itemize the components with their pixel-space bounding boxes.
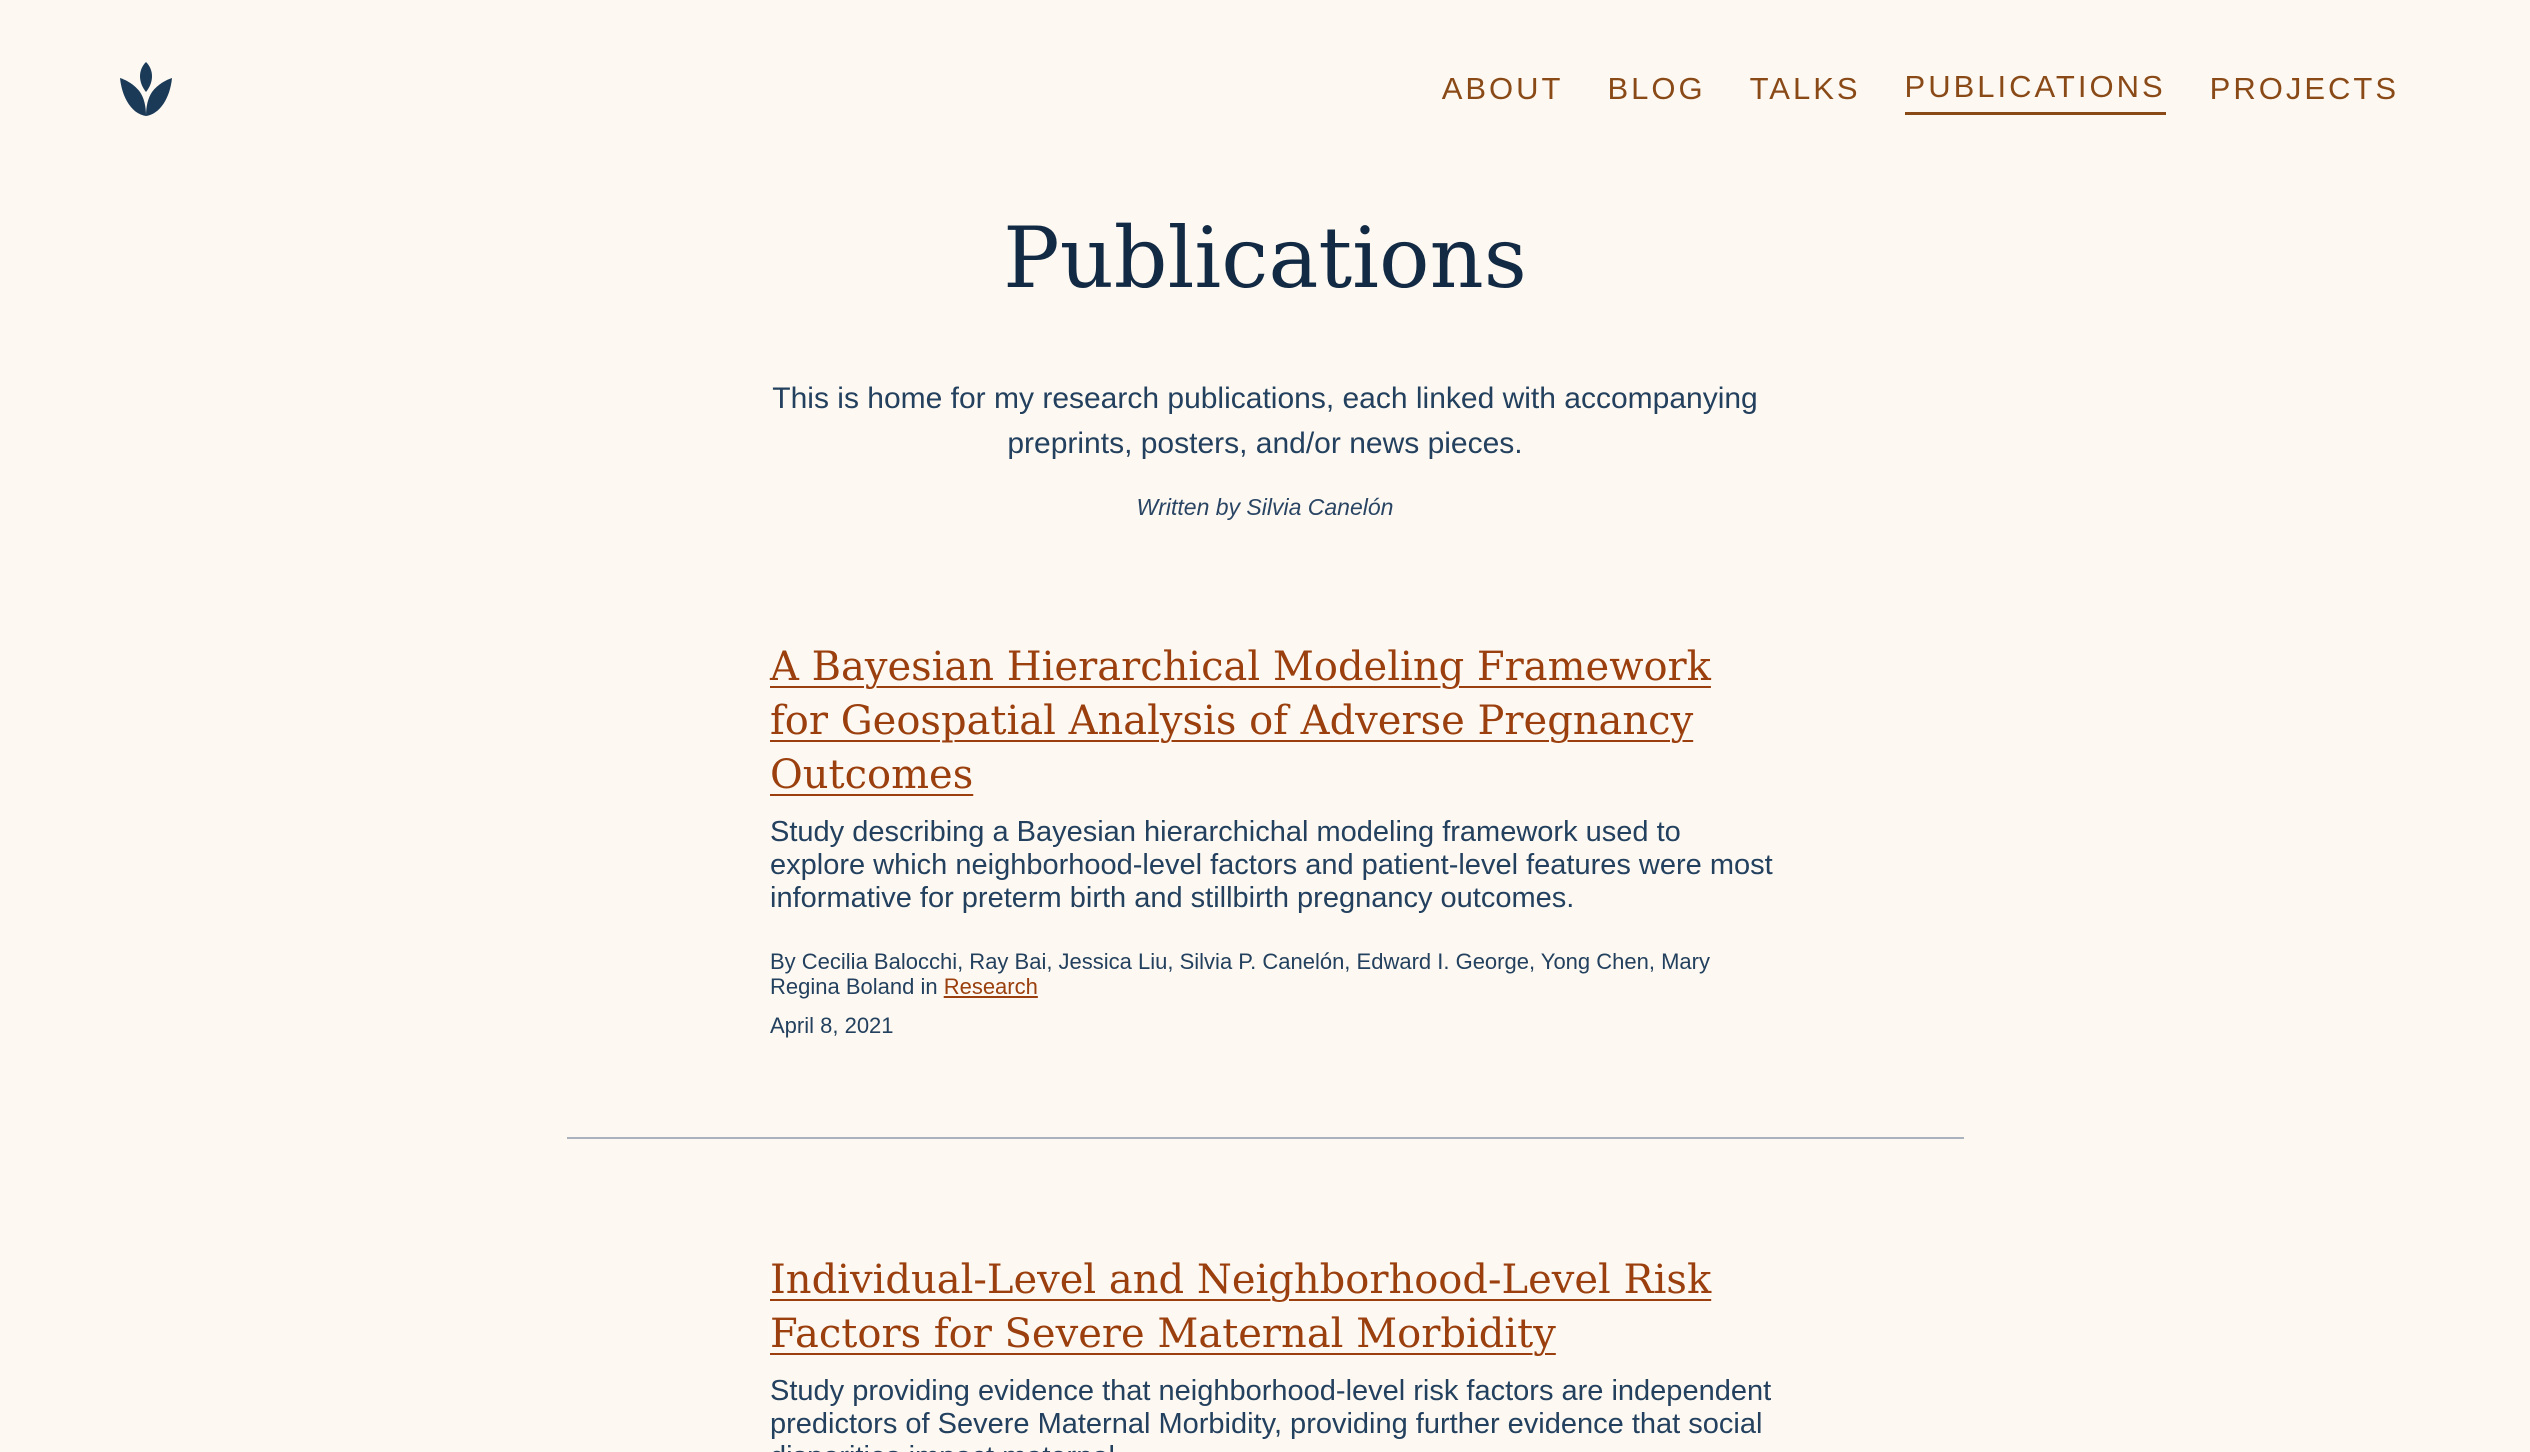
publication-authors: By Cecilia Balocchi, Ray Bai, Jessica Li…	[770, 949, 1775, 999]
main-nav: ABOUT BLOG TALKS PUBLICATIONS PROJECTS	[1442, 64, 2399, 115]
page-title: Publications	[1003, 209, 1527, 307]
nav-blog[interactable]: BLOG	[1607, 66, 1705, 114]
publication-item: A Bayesian Hierarchical Modeling Framewo…	[770, 640, 1775, 1039]
publication-date: April 8, 2021	[770, 1013, 894, 1038]
section-divider	[567, 1137, 1964, 1139]
publication-title-link[interactable]: A Bayesian Hierarchical Modeling Framewo…	[770, 640, 1775, 802]
publication-category-link[interactable]: Research	[944, 974, 1038, 999]
publication-description: Study providing evidence that neighborho…	[770, 1375, 1772, 1452]
publication-title-link[interactable]: Individual-Level and Neighborhood-Level …	[770, 1253, 1775, 1361]
tulip-logo-icon	[120, 62, 172, 116]
nav-publications[interactable]: PUBLICATIONS	[1904, 64, 2166, 115]
publication-authors-text: By Cecilia Balocchi, Ray Bai, Jessica Li…	[770, 949, 1710, 999]
home-logo-link[interactable]	[116, 58, 176, 118]
publication-description: Study describing a Bayesian hierarchicha…	[770, 816, 1773, 914]
page: ABOUT BLOG TALKS PUBLICATIONS PROJECTS P…	[0, 0, 2530, 1452]
page-intro: This is home for my research publication…	[772, 382, 1758, 460]
page-byline: Written by Silvia Canelón	[1136, 494, 1394, 520]
nav-projects[interactable]: PROJECTS	[2210, 66, 2399, 114]
publication-item: Individual-Level and Neighborhood-Level …	[770, 1253, 1775, 1452]
nav-talks[interactable]: TALKS	[1750, 66, 1861, 114]
nav-about[interactable]: ABOUT	[1442, 66, 1564, 114]
